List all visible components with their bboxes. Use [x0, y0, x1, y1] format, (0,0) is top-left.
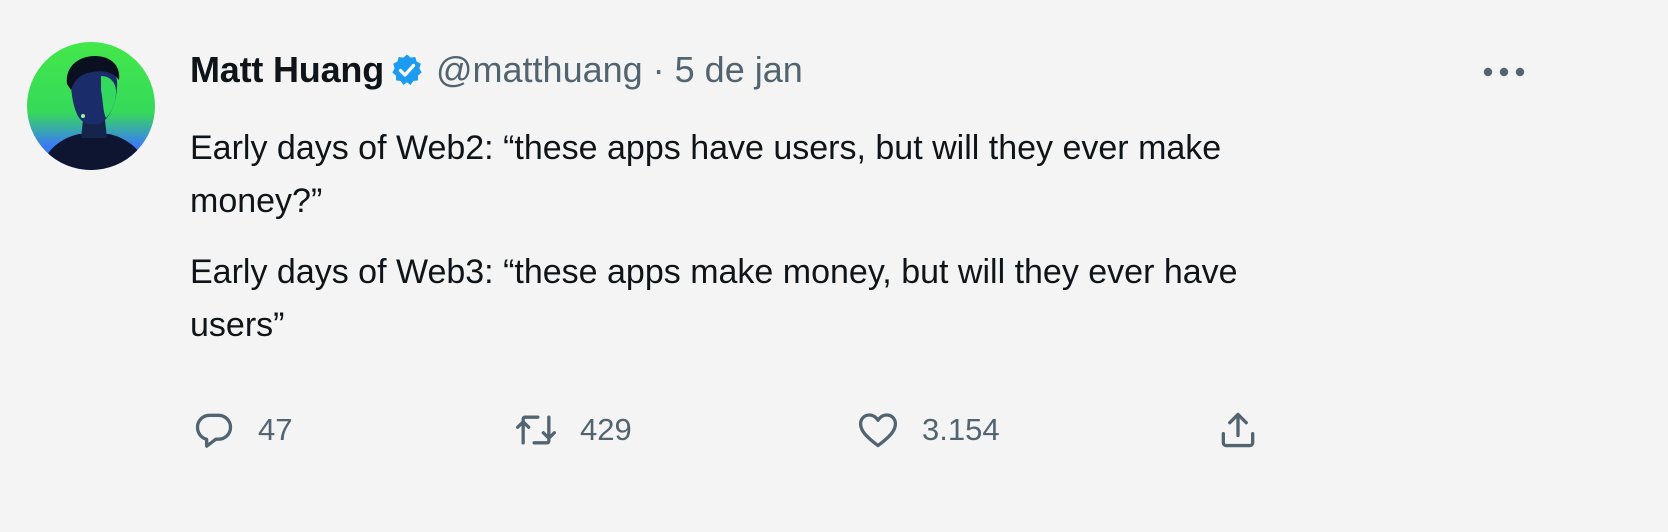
author-name[interactable]: Matt Huang [190, 49, 384, 91]
header-separator: · [652, 49, 665, 90]
reply-count: 47 [258, 412, 293, 447]
retweet-count: 429 [580, 412, 632, 447]
tweet-paragraph: Early days of Web2: “these apps have use… [190, 129, 1222, 220]
like-button[interactable]: 3.154 [854, 402, 1000, 458]
verified-badge-icon [390, 53, 424, 87]
tweet-text: Early days of Web2: “these apps have use… [190, 122, 1290, 370]
action-bar: 47 429 3.154 [190, 402, 1310, 458]
reply-icon [190, 406, 238, 454]
heart-icon [854, 406, 902, 454]
retweet-button[interactable]: 429 [512, 402, 632, 458]
like-count: 3.154 [922, 412, 1000, 447]
tweet-header: Matt Huang @matthuang · 5 de jan [190, 44, 803, 96]
share-button[interactable] [1214, 402, 1262, 458]
author-avatar[interactable] [27, 42, 155, 170]
more-options-icon[interactable] [1474, 52, 1534, 92]
author-handle[interactable]: @matthuang [436, 49, 643, 91]
tweet-date[interactable]: 5 de jan [675, 49, 803, 91]
reply-button[interactable]: 47 [190, 402, 292, 458]
tweet-card[interactable]: Matt Huang @matthuang · 5 de jan Early d… [0, 0, 1668, 532]
avatar-image [27, 42, 155, 170]
retweet-icon [512, 406, 560, 454]
tweet-paragraph: Early days of Web3: “these apps make mon… [190, 253, 1238, 344]
share-icon [1214, 406, 1262, 454]
